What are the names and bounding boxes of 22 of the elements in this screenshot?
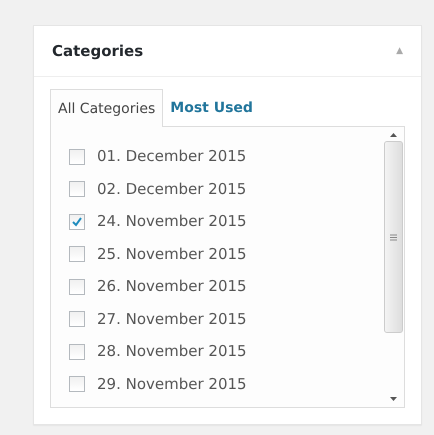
checkbox[interactable] (69, 311, 85, 327)
category-label: 02. December 2015 (97, 180, 246, 198)
checkbox[interactable] (69, 376, 85, 392)
checkbox[interactable] (69, 181, 85, 197)
checkbox[interactable] (69, 278, 85, 294)
category-label: 28. November 2015 (97, 342, 247, 361)
category-label: 25. November 2015 (97, 244, 247, 264)
checkbox[interactable] (69, 344, 85, 360)
scrollbar-thumb[interactable] (384, 141, 402, 333)
category-label: 26. November 2015 (97, 277, 247, 296)
panel-title: Categories (52, 42, 144, 60)
category-label: 01. December 2015 (97, 147, 246, 166)
checkbox[interactable] (69, 214, 85, 230)
scroll-down-icon[interactable] (390, 397, 396, 401)
checkbox[interactable] (69, 148, 85, 164)
category-label: 27. November 2015 (97, 310, 247, 328)
category-tab[interactable]: All Categories (50, 89, 164, 127)
scroll-up-icon[interactable] (390, 133, 396, 137)
checkbox[interactable] (69, 246, 85, 262)
category-label: 24. November 2015 (97, 212, 247, 231)
category-tab[interactable]: Most Used (163, 89, 260, 126)
category-label: 29. November 2015 (97, 374, 247, 394)
